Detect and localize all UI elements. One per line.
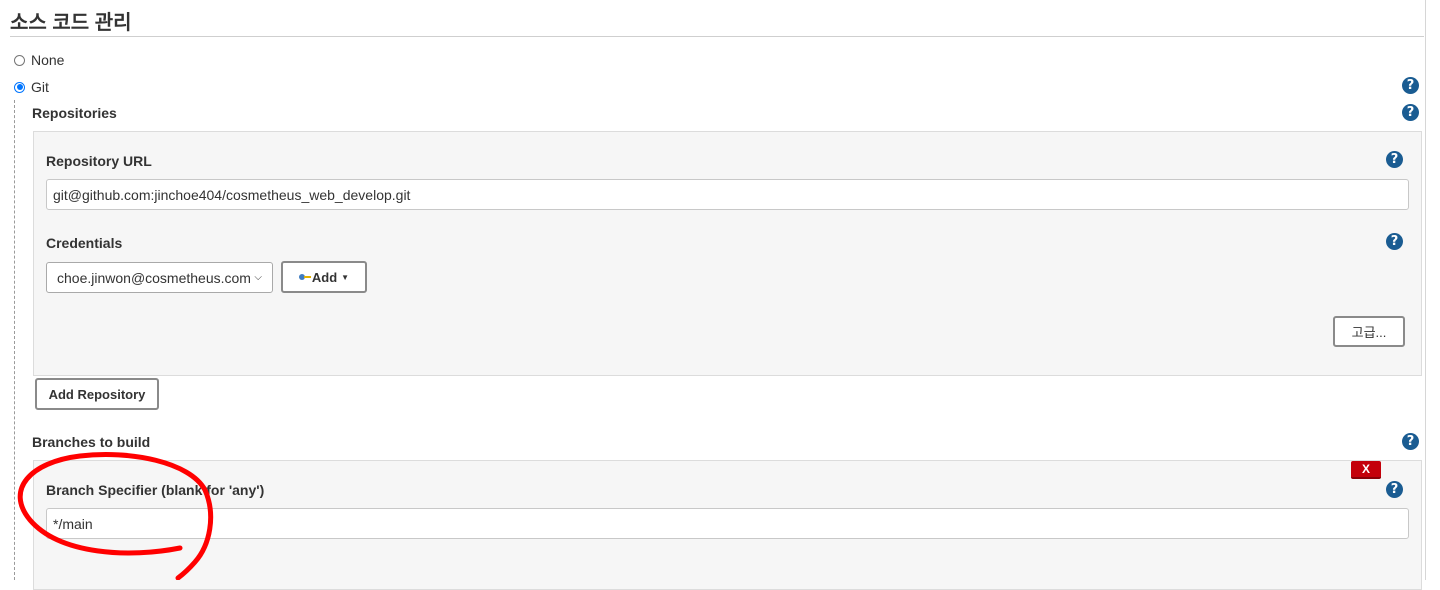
repositories-label: Repositories bbox=[32, 105, 117, 121]
scm-option-git-label: Git bbox=[31, 79, 49, 95]
repository-url-label: Repository URL bbox=[46, 153, 152, 169]
credentials-help-icon[interactable]: ? bbox=[1386, 233, 1403, 250]
section-divider bbox=[10, 36, 1424, 37]
key-icon bbox=[298, 273, 311, 281]
add-credentials-button[interactable]: Add ▼ bbox=[281, 261, 367, 293]
branch-specifier-label: Branch Specifier (blank for 'any') bbox=[46, 482, 265, 498]
scm-option-none[interactable]: None bbox=[14, 52, 64, 68]
credentials-label: Credentials bbox=[46, 235, 123, 251]
nesting-guide bbox=[14, 100, 15, 580]
add-credentials-label: Add bbox=[311, 269, 338, 285]
repositories-help-icon[interactable]: ? bbox=[1402, 104, 1419, 121]
branches-help-icon[interactable]: ? bbox=[1402, 433, 1419, 450]
advanced-button[interactable]: 고급... bbox=[1333, 316, 1405, 347]
chevron-down-icon: ⌵ bbox=[254, 272, 262, 283]
caret-down-icon: ▼ bbox=[341, 272, 350, 282]
credentials-select[interactable]: choe.jinwon@cosmetheus.com ⌵ bbox=[46, 262, 273, 293]
page-right-border bbox=[1425, 0, 1426, 580]
branch-specifier-help-icon[interactable]: ? bbox=[1386, 481, 1403, 498]
radio-none[interactable] bbox=[14, 54, 25, 66]
radio-git[interactable] bbox=[14, 81, 25, 93]
scm-option-git[interactable]: Git bbox=[14, 79, 49, 95]
repository-url-input[interactable]: git@github.com:jinchoe404/cosmetheus_web… bbox=[46, 179, 1409, 210]
section-title: 소스 코드 관리 bbox=[10, 12, 132, 34]
branches-label: Branches to build bbox=[32, 434, 151, 450]
branch-specifier-input[interactable]: */main bbox=[46, 508, 1409, 539]
add-repository-button[interactable]: Add Repository bbox=[35, 378, 159, 410]
repository-panel bbox=[33, 131, 1422, 376]
credentials-selected-value: choe.jinwon@cosmetheus.com bbox=[57, 269, 251, 286]
delete-branch-button[interactable]: X bbox=[1351, 461, 1381, 479]
repository-url-help-icon[interactable]: ? bbox=[1386, 151, 1403, 168]
git-help-icon[interactable]: ? bbox=[1402, 77, 1419, 94]
scm-option-none-label: None bbox=[31, 52, 65, 68]
